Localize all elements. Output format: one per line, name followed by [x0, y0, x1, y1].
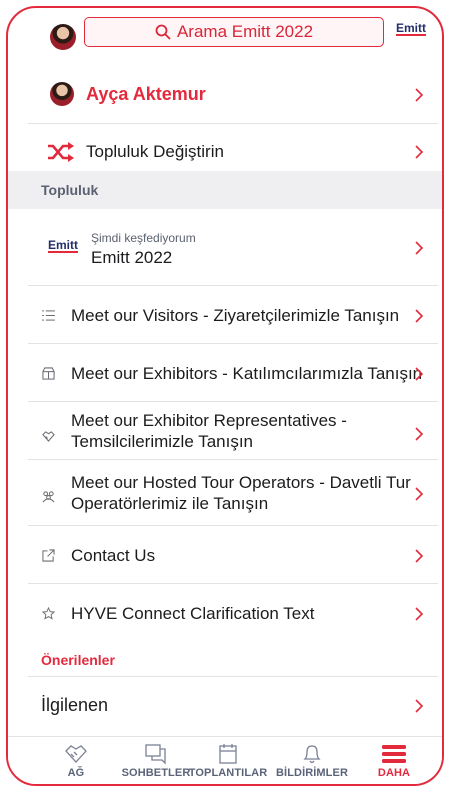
suggested-item-interested[interactable]: İlgilenen	[28, 676, 438, 732]
menu-item-label: Meet our Visitors - Ziyaretçilerimizle T…	[71, 306, 400, 325]
tab-more[interactable]: DAHA	[366, 737, 422, 784]
tab-label: BİLDİRİMLER	[276, 767, 348, 779]
menu-item-label: HYVE Connect Clarification Text	[71, 604, 315, 623]
menu-item-label-line1: Meet our Hosted Tour Operators - Davetli…	[71, 473, 411, 492]
menu-item-label: Contact Us	[71, 546, 156, 565]
menu-item-exhibitors[interactable]: Meet our Exhibitors - Katılımcılarımızla…	[28, 344, 438, 402]
bottom-tab-bar: AĞ SOHBETLER TOPLANTILAR BİLDİRİMLER DAH…	[8, 736, 442, 784]
handshake-icon	[42, 431, 55, 442]
tab-label: SOHBETLER	[121, 767, 191, 779]
avatar	[50, 82, 74, 106]
shuffle-icon	[48, 142, 74, 162]
app-screen: Arama Emitt 2022 Emitt Ayça Aktemur Topl…	[6, 6, 444, 786]
calendar-icon	[219, 744, 237, 764]
star-icon	[42, 607, 55, 620]
group-icon	[42, 491, 55, 503]
bell-icon	[303, 745, 321, 764]
tab-chats[interactable]: SOHBETLER	[116, 737, 196, 784]
menu-item-tour-operators[interactable]: Meet our Hosted Tour Operators - Davetli…	[28, 460, 438, 526]
tab-label: DAHA	[377, 767, 411, 779]
chevron-right-icon	[415, 88, 424, 102]
section-header-community: Topluluk	[8, 171, 442, 209]
chevron-right-icon	[415, 427, 424, 441]
tab-meetings[interactable]: TOPLANTILAR	[188, 737, 268, 784]
menu-item-visitors[interactable]: Meet our Visitors - Ziyaretçilerimizle T…	[28, 286, 438, 344]
menu-item-representatives[interactable]: Meet our Exhibitor Representatives - Tem…	[28, 402, 438, 460]
menu-item-label-line1: Meet our Exhibitor Representatives -	[71, 411, 347, 430]
avatar[interactable]	[50, 24, 76, 50]
external-link-icon	[42, 549, 55, 562]
chevron-right-icon	[415, 145, 424, 159]
event-logo[interactable]: Emitt	[396, 22, 426, 36]
menu-item-label-line2: Operatörlerimiz ile Tanışın	[71, 494, 269, 513]
menu-item-label-line2: Temsilcilerimizle Tanışın	[71, 432, 254, 451]
switch-community-label: Topluluk Değiştirin	[86, 142, 224, 161]
profile-row[interactable]: Ayça Aktemur	[28, 66, 438, 124]
chevron-right-icon	[415, 699, 424, 713]
profile-name: Ayça Aktemur	[86, 84, 206, 104]
event-logo: Emitt	[48, 238, 78, 253]
tab-network[interactable]: AĞ	[46, 737, 106, 784]
menu-item-contact-us[interactable]: Contact Us	[28, 526, 438, 584]
section-header-suggested: Önerilenler	[41, 652, 115, 668]
current-event-row[interactable]: Emitt Şimdi keşfediyorum Emitt 2022	[28, 209, 438, 286]
tab-notifications[interactable]: BİLDİRİMLER	[270, 737, 354, 784]
chat-icon	[145, 744, 166, 765]
booth-icon	[42, 367, 55, 380]
chevron-right-icon	[415, 487, 424, 501]
current-event-name: Emitt 2022	[91, 248, 173, 267]
search-icon	[155, 24, 171, 40]
search-placeholder: Arama Emitt 2022	[176, 22, 314, 41]
search-input[interactable]: Arama Emitt 2022	[84, 17, 384, 47]
menu-icon	[382, 745, 406, 763]
suggested-item-label: İlgilenen	[41, 695, 109, 715]
current-event-caption: Şimdi keşfediyorum	[91, 231, 196, 245]
chevron-right-icon	[415, 549, 424, 563]
list-icon	[42, 310, 55, 321]
menu-item-clarification[interactable]: HYVE Connect Clarification Text	[28, 584, 438, 642]
chevron-right-icon	[415, 309, 424, 323]
chevron-right-icon	[415, 241, 424, 255]
menu-item-label: Meet our Exhibitors - Katılımcılarımızla…	[71, 364, 423, 383]
chevron-right-icon	[415, 367, 424, 381]
tab-label: AĞ	[67, 767, 85, 779]
handshake-icon	[65, 745, 87, 763]
top-bar: Arama Emitt 2022 Emitt	[8, 8, 442, 66]
tab-label: TOPLANTILAR	[188, 767, 268, 779]
chevron-right-icon	[415, 607, 424, 621]
